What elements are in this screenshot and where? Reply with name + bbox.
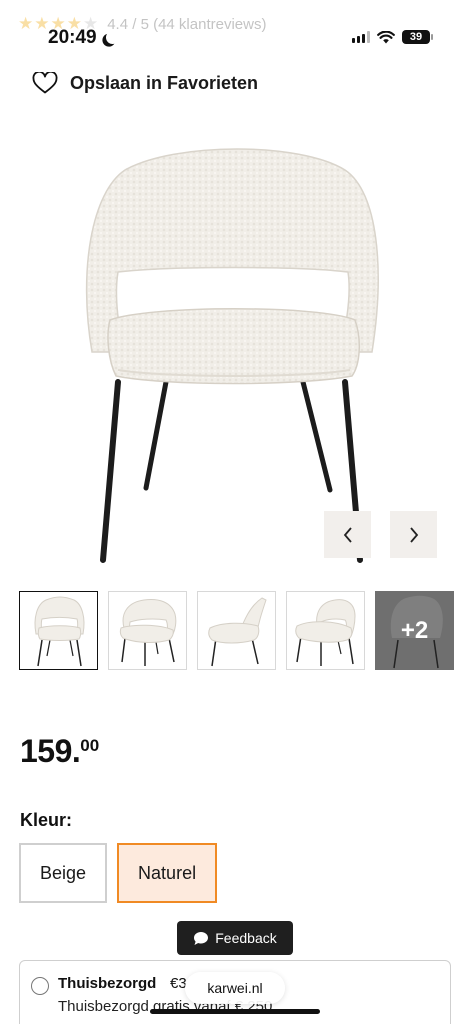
url-text: karwei.nl xyxy=(207,980,263,996)
previous-image-button[interactable] xyxy=(324,511,371,558)
thumbnail-more[interactable]: +2 xyxy=(375,591,454,670)
price-whole: 159. xyxy=(20,733,81,769)
heart-icon xyxy=(32,72,58,94)
chevron-right-icon xyxy=(409,526,418,543)
delivery-title: Thuisbezorgd xyxy=(58,975,157,992)
status-bar: ★★★★★ 4.4 / 5 (44 klantreviews) 20:49 39 xyxy=(0,0,470,60)
product-price: 159. 00 xyxy=(20,733,99,770)
chevron-left-icon xyxy=(343,526,352,543)
more-images-label: +2 xyxy=(400,616,429,644)
color-option-beige[interactable]: Beige xyxy=(19,843,108,903)
thumbnail-2[interactable] xyxy=(108,591,187,670)
save-favorite-label: Opslaan in Favorieten xyxy=(70,72,259,93)
thumbnail-1[interactable] xyxy=(19,591,98,670)
status-time: 20:49 xyxy=(48,27,117,49)
wifi-icon xyxy=(377,30,395,43)
feedback-label: Feedback xyxy=(215,930,277,946)
thumbnail-4[interactable] xyxy=(286,591,365,670)
cellular-signal-icon xyxy=(352,31,370,43)
battery-level: 39 xyxy=(409,31,423,43)
rating-text: 4.4 / 5 (44 klantreviews) xyxy=(107,15,267,33)
delivery-radio[interactable] xyxy=(31,977,49,995)
thumbnail-chair-three-quarter xyxy=(295,599,356,666)
next-image-button[interactable] xyxy=(390,511,437,558)
price-cents: 00 xyxy=(80,736,100,755)
status-icons: 39 xyxy=(352,30,433,44)
thumbnail-chair-side xyxy=(208,597,267,667)
browser-url-bar[interactable]: karwei.nl xyxy=(185,972,285,1004)
chat-bubble-icon xyxy=(194,931,209,945)
home-indicator[interactable] xyxy=(150,1009,320,1014)
thumbnail-strip: +2 xyxy=(19,591,454,670)
save-favorite-button[interactable]: Opslaan in Favorieten xyxy=(32,72,258,94)
battery-icon: 39 xyxy=(402,30,433,44)
thumbnail-chair-front xyxy=(34,596,85,667)
color-label: Kleur: xyxy=(20,810,73,830)
color-option-naturel[interactable]: Naturel xyxy=(117,843,218,903)
thumbnail-3[interactable] xyxy=(197,591,276,670)
time-text: 20:49 xyxy=(48,27,97,48)
color-options: Beige Naturel xyxy=(19,843,218,903)
thumbnail-chair-angle xyxy=(119,599,177,666)
feedback-button[interactable]: Feedback xyxy=(177,921,293,955)
